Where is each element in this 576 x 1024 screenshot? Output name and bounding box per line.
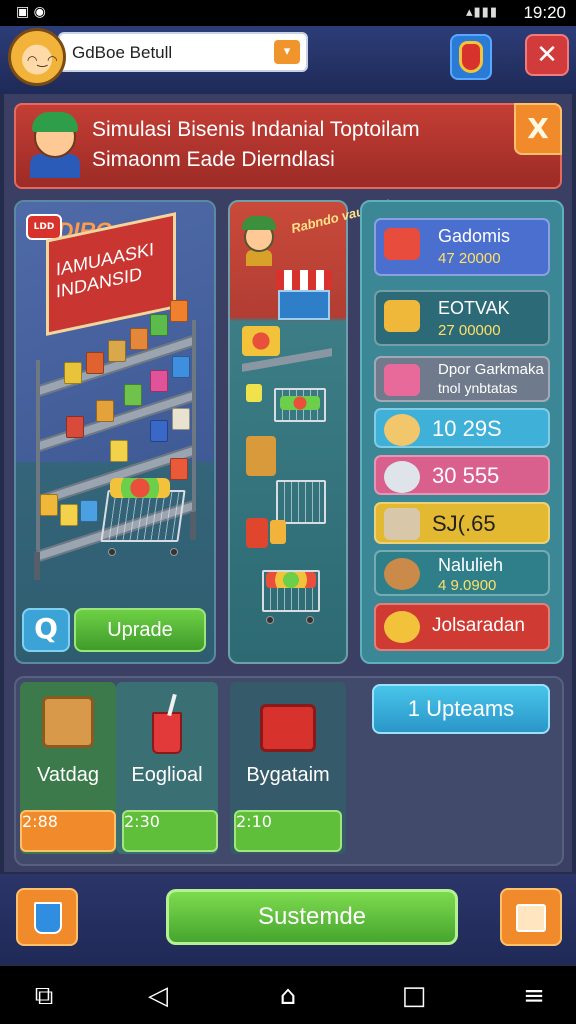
product-box <box>110 440 128 462</box>
product-box <box>66 416 84 438</box>
crate-icon <box>246 436 276 476</box>
stat-value: Jolsaradan <box>432 615 525 636</box>
slot-label: Bygataim <box>246 764 330 786</box>
product-box <box>170 458 188 480</box>
product-box <box>150 370 168 392</box>
main-action-button[interactable]: Sustemde <box>166 889 458 945</box>
toolbox-icon <box>260 704 316 752</box>
stat-row[interactable]: 30 555 <box>374 455 550 495</box>
banner-subtitle: Simaonm Eade Dierndlasi <box>92 148 335 171</box>
shield-crest-icon <box>459 41 483 73</box>
recents-icon[interactable]: □ <box>392 976 436 1016</box>
product-box <box>172 408 190 430</box>
banner-close-button[interactable]: X <box>514 103 562 155</box>
product-box <box>64 362 82 384</box>
product-box <box>150 314 168 336</box>
menu-icon[interactable]: ≡ <box>512 976 556 1016</box>
stat-row[interactable]: Gadomis 47 20000 <box>374 218 550 276</box>
slot-timer-button[interactable]: 2:30 <box>122 810 218 852</box>
gold-coin-icon <box>384 611 420 643</box>
coin-icon <box>384 461 420 493</box>
goods-crate-icon <box>384 228 420 260</box>
stat-title: Dpor Garkmaka <box>438 361 544 378</box>
shield-badge-icon[interactable] <box>450 34 492 80</box>
chevron-down-icon[interactable]: ▾ <box>274 40 300 64</box>
stat-row[interactable]: Jolsaradan <box>374 603 550 651</box>
gift-button[interactable] <box>500 888 562 946</box>
stall-awning <box>276 270 332 290</box>
cart-goods <box>110 478 170 498</box>
bag-icon <box>42 696 94 748</box>
status-bar: ▣ ◉ ▴▮▮▮ 19:20 <box>0 0 576 26</box>
stat-title: Gadomis <box>438 226 511 246</box>
vendor-avatar <box>240 216 280 266</box>
stat-row[interactable]: EOTVAK 27 00000 <box>374 290 550 346</box>
slot-label: Eoglioal <box>131 764 203 786</box>
stat-row[interactable]: Nalulieh 4 9.0900 <box>374 550 550 596</box>
back-icon[interactable]: ◁ <box>136 976 180 1016</box>
product-box <box>60 504 78 526</box>
banner-title: Simulasi Bisenis Indanial Toptoilam <box>92 118 420 141</box>
slot-timer-button[interactable]: 2:88 <box>20 810 116 852</box>
stat-value: 4 9.0900 <box>438 577 497 594</box>
stat-row[interactable]: SJ(.65 <box>374 502 550 544</box>
shopkeeper-avatar <box>26 112 84 178</box>
player-avatar[interactable]: ◠‿◠ <box>8 28 66 86</box>
cup-button[interactable] <box>16 888 78 946</box>
gift-box-icon <box>516 904 546 932</box>
player-name-field[interactable]: GdBoe Betull ▾ <box>58 32 308 72</box>
product-box <box>130 328 148 350</box>
stat-value: tnol ynbtatas <box>438 380 518 396</box>
shopping-cart-icon <box>276 480 326 524</box>
product-box <box>124 384 142 406</box>
cookie-icon <box>384 558 420 590</box>
product-box <box>172 356 190 378</box>
product-box <box>108 340 126 362</box>
fruit-basket <box>242 326 280 356</box>
title-banner <box>14 103 562 189</box>
accessibility-icon[interactable]: ⧉ <box>22 976 66 1016</box>
upteams-button[interactable]: 1 Upteams <box>372 684 550 734</box>
bread-icon <box>384 414 420 446</box>
cash-register-icon <box>384 508 420 540</box>
gem-icon <box>384 364 420 396</box>
product-box <box>40 494 58 516</box>
stat-value: SJ(.65 <box>432 511 496 536</box>
product-box <box>170 300 188 322</box>
stat-value: 47 20000 <box>438 250 501 267</box>
stat-value: 27 00000 <box>438 322 501 339</box>
store-logo: LDD <box>26 214 62 240</box>
avatar-face-icon: ◠‿◠ <box>27 53 58 67</box>
status-time: 19:20 <box>523 3 566 22</box>
upgrade-button[interactable]: Uprade <box>74 608 206 652</box>
stat-title: EOTVAK <box>438 298 510 318</box>
close-button[interactable]: ✕ <box>525 34 569 76</box>
stat-value: 10 29S <box>432 416 502 441</box>
stat-value: 30 555 <box>432 463 500 488</box>
status-left-icons: ▣ ◉ <box>16 4 46 20</box>
product-box <box>80 500 98 522</box>
signal-icon: ▴▮▮▮ <box>466 5 498 20</box>
market-stall <box>278 290 330 320</box>
drink-cup-icon <box>152 712 182 754</box>
product-box <box>96 400 114 422</box>
refresh-button[interactable]: Q <box>22 608 70 652</box>
safe-box-icon <box>384 300 420 332</box>
stat-row[interactable]: Dpor Garkmaka tnol ynbtatas <box>374 356 550 402</box>
slot-label: Vatdag <box>37 764 99 786</box>
shelf-post-left <box>36 360 40 550</box>
shelf-post-right <box>192 320 196 510</box>
cup-icon <box>34 902 62 934</box>
product-box <box>150 420 168 442</box>
product-box <box>86 352 104 374</box>
stat-row[interactable]: 10 29S <box>374 408 550 448</box>
slot-timer-button[interactable]: 2:10 <box>234 810 342 852</box>
home-icon[interactable]: ⌂ <box>266 976 310 1016</box>
stat-title: Nalulieh <box>438 555 504 575</box>
player-name-value: GdBoe Betull <box>72 43 173 62</box>
